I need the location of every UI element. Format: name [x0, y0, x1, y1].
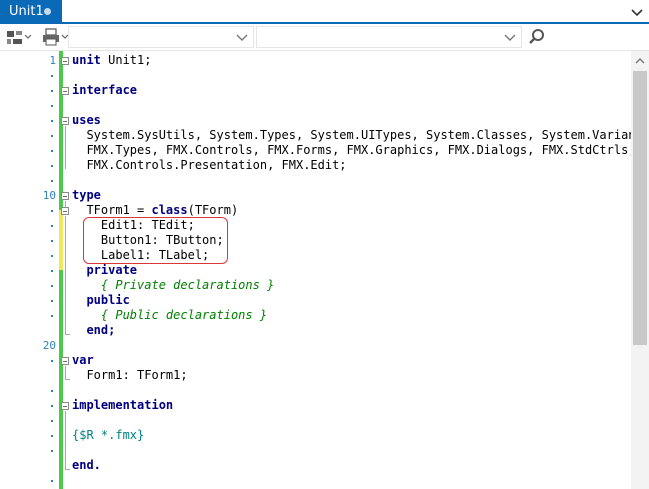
- vertical-scrollbar[interactable]: [631, 51, 649, 489]
- chevron-down-icon[interactable]: [235, 30, 249, 44]
- code-line: Form1: TForm1;: [0, 368, 649, 383]
- code-line: {$R *.fmx}: [0, 428, 649, 443]
- scrollbar-thumb[interactable]: [633, 71, 647, 345]
- code-line: { Private declarations }: [0, 278, 649, 293]
- code-line: end;: [0, 323, 649, 338]
- code-text[interactable]: Form1: TForm1;: [72, 368, 187, 383]
- line-dot: [51, 270, 53, 272]
- code-directive[interactable]: {$R *.fmx}: [72, 428, 144, 443]
- method-combo[interactable]: [256, 26, 522, 48]
- code-text[interactable]: var: [72, 353, 94, 368]
- scroll-up-arrow-icon[interactable]: [635, 57, 645, 65]
- line-dot: [51, 135, 53, 137]
- chevron-down-icon[interactable]: [503, 30, 517, 44]
- code-text[interactable]: uses: [72, 113, 101, 128]
- line-number: 20: [42, 339, 56, 352]
- code-comment[interactable]: { Public declarations }: [72, 308, 267, 323]
- line-dot: [51, 90, 53, 92]
- line-dot: [51, 120, 53, 122]
- type-combo[interactable]: [68, 26, 254, 48]
- editor-tab-bar: Unit1: [0, 0, 649, 24]
- code-line: FMX.Types, FMX.Controls, FMX.Forms, FMX.…: [0, 143, 649, 158]
- code-line: interface: [0, 83, 649, 98]
- line-dot: [51, 405, 53, 407]
- editor-toolbar: [0, 24, 649, 51]
- code-line: public: [0, 293, 649, 308]
- code-editor[interactable]: 1 unit Unit1; interface uses System.SysU…: [0, 51, 649, 489]
- code-comment[interactable]: { Private declarations }: [72, 278, 274, 293]
- line-dot: [51, 150, 53, 152]
- line-dot: [51, 450, 53, 452]
- line-dot: [51, 480, 53, 482]
- code-line: 20: [0, 338, 649, 353]
- code-line: { Public declarations }: [0, 308, 649, 323]
- code-line: 10 type: [0, 188, 649, 203]
- code-line: 1 unit Unit1;: [0, 53, 649, 68]
- code-text[interactable]: public: [72, 293, 129, 308]
- code-text[interactable]: end.: [72, 458, 101, 473]
- close-icon[interactable]: [44, 8, 51, 15]
- structure-view-icon[interactable]: [6, 28, 32, 46]
- line-dot: [51, 300, 53, 302]
- code-line: implementation: [0, 398, 649, 413]
- line-dot: [51, 75, 53, 77]
- code-line: end.: [0, 458, 649, 473]
- line-dot: [51, 360, 53, 362]
- line-number: 1: [49, 54, 56, 67]
- code-line: TForm1 = class(TForm): [0, 203, 649, 218]
- chevron-down-icon[interactable]: [629, 4, 645, 20]
- line-dot: [51, 435, 53, 437]
- code-line: private: [0, 263, 649, 278]
- print-icon[interactable]: [42, 28, 70, 46]
- line-dot: [51, 180, 53, 182]
- code-text[interactable]: FMX.Types, FMX.Controls, FMX.Forms, FMX.…: [72, 143, 635, 158]
- line-dot: [51, 105, 53, 107]
- code-line: FMX.Controls.Presentation, FMX.Edit;: [0, 158, 649, 173]
- tab-unit1[interactable]: Unit1: [0, 0, 62, 24]
- code-line: var: [0, 353, 649, 368]
- code-line: System.SysUtils, System.Types, System.UI…: [0, 128, 649, 143]
- annotation-highlight-box: [83, 217, 228, 264]
- line-dot: [51, 240, 53, 242]
- code-line: uses: [0, 113, 649, 128]
- line-dot: [51, 210, 53, 212]
- line-dot: [51, 390, 53, 392]
- line-dot: [51, 255, 53, 257]
- search-icon[interactable]: [528, 28, 546, 46]
- tab-unit1-label: Unit1: [9, 4, 44, 19]
- code-text[interactable]: end;: [72, 323, 115, 338]
- line-dot: [51, 285, 53, 287]
- line-dot: [51, 165, 53, 167]
- code-text[interactable]: private: [72, 263, 137, 278]
- code-text[interactable]: unit Unit1;: [72, 53, 151, 68]
- code-text[interactable]: implementation: [72, 398, 173, 413]
- code-text[interactable]: type: [72, 188, 101, 203]
- code-text[interactable]: System.SysUtils, System.Types, System.UI…: [72, 128, 649, 143]
- code-text[interactable]: FMX.Controls.Presentation, FMX.Edit;: [72, 158, 346, 173]
- line-dot: [51, 315, 53, 317]
- line-dot: [51, 225, 53, 227]
- line-number: 10: [42, 189, 56, 202]
- line-dot: [51, 420, 53, 422]
- code-text[interactable]: interface: [72, 83, 137, 98]
- code-text[interactable]: TForm1 = class(TForm): [72, 203, 238, 218]
